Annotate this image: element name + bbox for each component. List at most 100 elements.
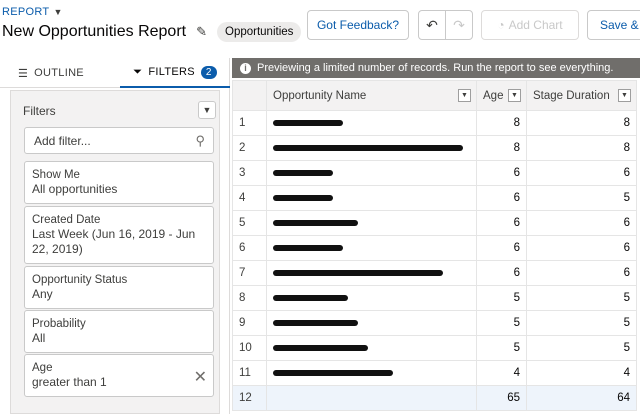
stage-duration-cell: 8: [526, 110, 637, 136]
add-filter-input[interactable]: Add filter... ⚲: [24, 127, 214, 154]
filter-label: Created Date: [32, 214, 101, 226]
banner-text: Previewing a limited number of records. …: [257, 62, 614, 74]
filter-label: Opportunity Status: [32, 274, 128, 286]
stage-duration-cell: 5: [526, 185, 637, 211]
report-label-text: REPORT: [2, 6, 50, 18]
redaction-mark: [273, 119, 343, 126]
row-number: 3: [232, 160, 267, 186]
redaction-mark: [273, 369, 393, 376]
age-cell: 5: [476, 310, 527, 336]
add-filter-placeholder: Add filter...: [34, 133, 91, 148]
chevron-down-icon[interactable]: ▼: [508, 89, 521, 102]
age-cell: 6: [476, 235, 527, 261]
row-number: 6: [232, 235, 267, 261]
stage-duration-cell: 6: [526, 260, 637, 286]
filter-card-created-date[interactable]: Created Date Last Week (Jun 16, 2019 - J…: [24, 206, 214, 264]
age-cell: 6: [476, 160, 527, 186]
opportunity-name-cell-redacted[interactable]: [266, 110, 477, 136]
left-panel: ☰ OUTLINE ⏷ FILTERS 2 Filters ▼ Add filt…: [0, 58, 230, 414]
table-row[interactable]: 5 66: [232, 210, 637, 236]
table-row[interactable]: 9 55: [232, 310, 637, 336]
redo-button[interactable]: ↷: [445, 10, 473, 40]
opportunity-name-cell-redacted[interactable]: [266, 185, 477, 211]
undo-button[interactable]: ↶: [418, 10, 446, 40]
opportunity-name-cell-redacted[interactable]: [266, 285, 477, 311]
feedback-button[interactable]: Got Feedback?: [307, 10, 409, 40]
row-number: 7: [232, 260, 267, 286]
table-row[interactable]: 3 66: [232, 160, 637, 186]
opportunity-name-cell-redacted[interactable]: [266, 135, 477, 161]
table-row[interactable]: 2 88: [232, 135, 637, 161]
tab-filters-label: FILTERS: [148, 66, 195, 78]
stage-duration-cell: 5: [526, 285, 637, 311]
opportunity-name-cell-redacted[interactable]: [266, 335, 477, 361]
redaction-mark: [273, 219, 358, 226]
title-row: New Opportunities Report ✎ Opportunities: [2, 22, 302, 42]
row-number: 9: [232, 310, 267, 336]
opportunity-name-cell-redacted[interactable]: [266, 160, 477, 186]
total-name-cell: [266, 385, 477, 411]
panel-tabs: ☰ OUTLINE ⏷ FILTERS 2: [0, 58, 230, 88]
stage-duration-cell: 8: [526, 135, 637, 161]
info-icon: i: [240, 62, 251, 74]
column-label: Opportunity Name: [273, 89, 367, 102]
chevron-down-icon[interactable]: ▼: [53, 7, 62, 17]
table-header-row: Opportunity Name ▼ Age ▼ Stage Duration ▼: [232, 80, 637, 111]
table-row[interactable]: 7 66: [232, 260, 637, 286]
column-header-opportunity-name[interactable]: Opportunity Name ▼: [266, 80, 477, 111]
opportunity-name-cell-redacted[interactable]: [266, 235, 477, 261]
pencil-icon[interactable]: ✎: [196, 24, 207, 40]
table-row[interactable]: 666: [232, 235, 637, 261]
table-row[interactable]: 1 88: [232, 110, 637, 136]
search-icon: ⚲: [195, 133, 205, 148]
stage-duration-cell: 5: [526, 335, 637, 361]
redaction-mark: [273, 269, 443, 276]
column-label: Age: [483, 89, 504, 102]
report-type-badge: Opportunities: [217, 22, 302, 42]
column-header-stage-duration[interactable]: Stage Duration ▼: [526, 80, 637, 111]
stage-duration-cell: 6: [526, 160, 637, 186]
age-cell: 8: [476, 110, 527, 136]
add-chart-button[interactable]: ◔ Add Chart: [481, 10, 579, 40]
stage-duration-cell: 6: [526, 210, 637, 236]
filter-card-show-me[interactable]: Show Me All opportunities: [24, 161, 214, 204]
table-row[interactable]: 8 55: [232, 285, 637, 311]
row-number: 11: [232, 360, 267, 386]
filter-value: Last Week (Jun 16, 2019 - Jun 22, 2019): [32, 227, 196, 256]
table-row[interactable]: 4 65: [232, 185, 637, 211]
list-icon: ☰: [18, 67, 29, 80]
filter-card-opportunity-status[interactable]: Opportunity Status Any: [24, 266, 214, 309]
tab-outline[interactable]: ☰ OUTLINE: [18, 58, 84, 88]
column-header-age[interactable]: Age ▼: [476, 80, 527, 111]
opportunity-name-cell-redacted[interactable]: [266, 360, 477, 386]
opportunity-name-cell-redacted[interactable]: [266, 210, 477, 236]
filter-card-age[interactable]: Age greater than 1 ✕: [24, 354, 214, 397]
age-cell: 4: [476, 360, 527, 386]
filters-count-badge: 2: [200, 65, 217, 79]
opportunity-name-cell-redacted[interactable]: [266, 310, 477, 336]
save-button[interactable]: Save & R: [587, 10, 640, 40]
opportunity-name-cell-redacted[interactable]: [266, 260, 477, 286]
row-number: 2: [232, 135, 267, 161]
close-icon[interactable]: ✕: [194, 367, 207, 387]
tab-filters[interactable]: ⏷ FILTERS 2: [120, 58, 230, 88]
filter-label: Age: [32, 362, 53, 374]
report-type-label[interactable]: REPORT ▼: [2, 6, 63, 18]
filter-value: Any: [32, 287, 53, 301]
report-table: Opportunity Name ▼ Age ▼ Stage Duration ▼ 1…: [232, 80, 640, 414]
row-number: 4: [232, 185, 267, 211]
chevron-down-icon[interactable]: ▼: [618, 89, 631, 102]
chart-icon: ◔: [497, 18, 505, 32]
filters-menu-button[interactable]: ▼: [198, 101, 216, 119]
table-row[interactable]: 11 4 4: [232, 360, 637, 386]
table-row[interactable]: 10 5 5: [232, 335, 637, 361]
redaction-mark: [273, 144, 463, 151]
chevron-down-icon[interactable]: ▼: [458, 89, 471, 102]
column-label: Stage Duration: [533, 89, 610, 102]
chevron-down-icon: ▼: [202, 105, 212, 115]
age-cell: 5: [476, 285, 527, 311]
row-number-header: [232, 80, 267, 111]
redaction-mark: [273, 294, 348, 301]
row-number: 5: [232, 210, 267, 236]
filter-card-probability[interactable]: Probability All: [24, 310, 214, 353]
